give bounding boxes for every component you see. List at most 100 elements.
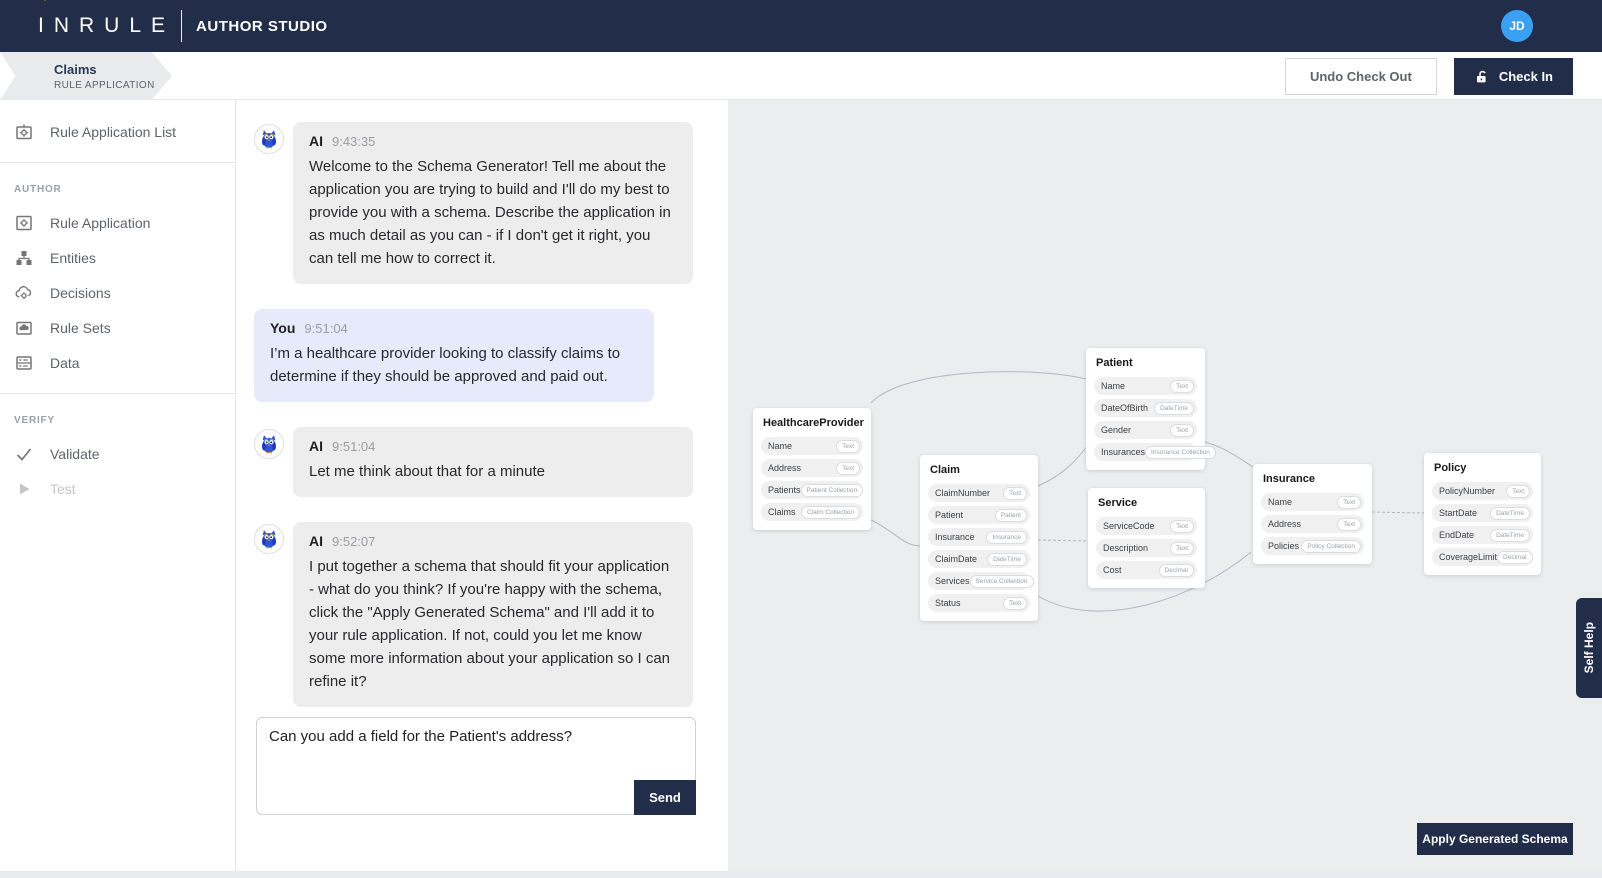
bottom-scrollbar-strip[interactable] (0, 871, 1602, 878)
sidebar-item-label: Entities (50, 250, 96, 266)
field-type-badge: Text (836, 462, 860, 475)
field-type-badge: Text (1337, 496, 1361, 509)
data-icon (14, 353, 34, 373)
top-navbar: INRULE AUTHOR STUDIO JD (0, 0, 1602, 52)
logo-divider (181, 10, 182, 42)
entity-field: StartDateDateTime (1432, 504, 1533, 522)
field-type-badge: Text (1003, 597, 1027, 610)
chat-message-user: You9:51:04 I’m a healthcare provider loo… (254, 309, 728, 402)
sidebar-item-data[interactable]: Data (0, 345, 235, 380)
rule-application-icon (14, 213, 34, 233)
sidebar-item-label: Rule Sets (50, 320, 111, 336)
entity-card-claim[interactable]: Claim ClaimNumberText PatientPatient Ins… (920, 455, 1038, 621)
schema-generator-chat-panel: AI9:43:35 Welcome to the Schema Generato… (236, 100, 728, 878)
entity-field: ServiceCodeText (1096, 517, 1197, 535)
entity-card-patient[interactable]: Patient NameText DateOfBirthDateTime Gen… (1086, 348, 1205, 470)
breadcrumb[interactable]: Claims RULE APPLICATION (0, 52, 172, 100)
field-type-badge: Decimal (1497, 551, 1532, 564)
rule-application-list-icon (14, 122, 34, 142)
message-bubble: AI9:52:07 I put together a schema that s… (293, 522, 693, 707)
entity-title: Insurance (1263, 473, 1364, 485)
entity-field: PatientPatient (928, 506, 1030, 524)
entity-field: PoliciesPolicy Collection (1261, 537, 1364, 555)
logo-triangle-icon (40, 0, 50, 1)
ai-owl-avatar (254, 524, 284, 554)
entity-field: NameText (761, 437, 863, 455)
sidebar-item-rule-application[interactable]: Rule Application (0, 205, 235, 240)
ai-owl-avatar (254, 429, 284, 459)
field-type-badge: Policy Collection (1301, 540, 1361, 553)
sidebar-item-decisions[interactable]: Decisions (0, 275, 235, 310)
breadcrumb-title: Claims (54, 62, 172, 77)
schema-diagram-canvas[interactable]: HealthcareProvider NameText AddressText … (728, 100, 1602, 878)
entity-field: ClaimsClaim Collection (761, 503, 863, 521)
chat-message-ai: AI9:51:04 Let me think about that for a … (254, 427, 728, 497)
ai-owl-avatar (254, 124, 284, 154)
chat-input-container: Can you add a field for the Patient's ad… (256, 717, 696, 815)
logo-text: INRULE (38, 14, 175, 38)
entities-icon (14, 248, 34, 268)
entity-field: ClaimNumberText (928, 484, 1030, 502)
sidebar-item-validate[interactable]: Validate (0, 436, 235, 471)
sidebar-divider (0, 393, 235, 394)
entity-card-insurance[interactable]: Insurance NameText AddressText PoliciesP… (1253, 464, 1372, 564)
sidebar-item-label: Rule Application List (50, 124, 176, 140)
entity-field: InsurancesInsurance Collection (1094, 443, 1197, 461)
field-type-badge: Text (1506, 485, 1530, 498)
chat-input[interactable]: Can you add a field for the Patient's ad… (269, 728, 683, 776)
field-type-badge: Text (1003, 487, 1027, 500)
sidebar-item-entities[interactable]: Entities (0, 240, 235, 275)
sidebar-item-rule-sets[interactable]: Rule Sets (0, 310, 235, 345)
entity-field: PatientsPatient Collection (761, 481, 863, 499)
inrule-logo: INRULE AUTHOR STUDIO (38, 10, 328, 42)
field-type-badge: DateTime (1490, 507, 1530, 520)
message-time: 9:51:04 (304, 321, 347, 336)
entity-field: InsuranceInsurance (928, 528, 1030, 546)
entity-field: ServicesService Collection (928, 572, 1030, 590)
check-in-button[interactable]: Check In (1454, 58, 1573, 95)
field-type-badge: Text (1170, 380, 1194, 393)
apply-generated-schema-button[interactable]: Apply Generated Schema (1417, 823, 1573, 855)
sidebar: Rule Application List AUTHOR Rule Applic… (0, 100, 236, 878)
breadcrumb-bar: Claims RULE APPLICATION Undo Check Out C… (0, 52, 1602, 100)
send-button[interactable]: Send (634, 780, 696, 815)
sidebar-item-rule-application-list[interactable]: Rule Application List (0, 114, 235, 149)
entity-field: NameText (1094, 377, 1197, 395)
self-help-tab[interactable]: Self Help (1576, 598, 1602, 698)
sidebar-item-test[interactable]: Test (0, 471, 235, 506)
field-type-badge: Claim Collection (801, 506, 860, 519)
sidebar-section-verify: VERIFY (0, 407, 235, 436)
sidebar-item-label: Rule Application (50, 215, 150, 231)
field-type-badge: Patient Collection (801, 484, 864, 497)
sidebar-item-label: Validate (50, 446, 100, 462)
chat-message-ai: AI9:43:35 Welcome to the Schema Generato… (254, 122, 728, 284)
message-bubble: AI9:51:04 Let me think about that for a … (293, 427, 693, 497)
field-type-badge: Patient (995, 509, 1027, 522)
entity-title: Patient (1096, 357, 1197, 369)
entity-card-policy[interactable]: Policy PolicyNumberText StartDateDateTim… (1424, 453, 1541, 575)
entity-title: Service (1098, 497, 1197, 509)
entity-field: StatusText (928, 594, 1030, 612)
entity-title: Claim (930, 464, 1030, 476)
entity-field: DateOfBirthDateTime (1094, 399, 1197, 417)
user-avatar[interactable]: JD (1501, 10, 1533, 42)
entity-title: HealthcareProvider (763, 417, 863, 429)
entity-field: GenderText (1094, 421, 1197, 439)
self-help-label: Self Help (1582, 622, 1596, 673)
entity-field: ClaimDateDateTime (928, 550, 1030, 568)
entity-card-healthcareprovider[interactable]: HealthcareProvider NameText AddressText … (753, 408, 871, 530)
entity-field: DescriptionText (1096, 539, 1197, 557)
entity-field: CostDecimal (1096, 561, 1197, 579)
field-type-badge: DateTime (1154, 402, 1194, 415)
entity-field: NameText (1261, 493, 1364, 511)
validate-check-icon (14, 444, 34, 464)
sidebar-item-label: Test (50, 481, 76, 497)
entity-field: AddressText (1261, 515, 1364, 533)
entity-card-service[interactable]: Service ServiceCodeText DescriptionText … (1088, 488, 1205, 588)
field-type-badge: Text (1170, 542, 1194, 555)
undo-checkout-button[interactable]: Undo Check Out (1285, 58, 1437, 95)
chat-message-ai: AI9:52:07 I put together a schema that s… (254, 522, 728, 707)
check-in-label: Check In (1499, 69, 1553, 84)
message-sender: AI (309, 438, 323, 454)
test-play-icon (14, 479, 34, 499)
